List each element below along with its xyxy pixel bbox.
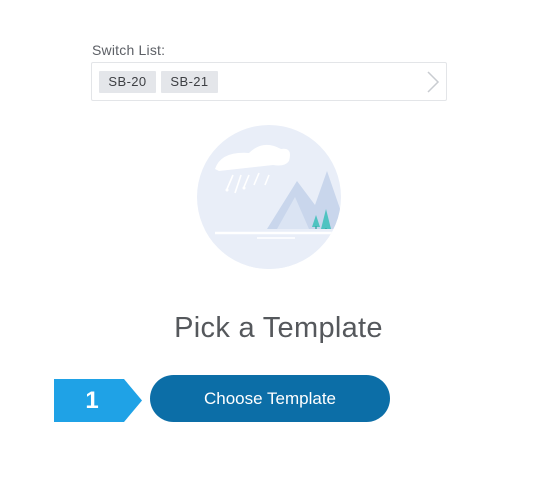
- choose-template-button[interactable]: Choose Template: [150, 375, 390, 422]
- switch-list-label: Switch List:: [92, 42, 166, 58]
- template-picker-page: Switch List: SB-20 SB-21 Pick a Template…: [0, 0, 557, 490]
- switch-chip[interactable]: SB-21: [161, 71, 218, 93]
- page-title: Pick a Template: [174, 312, 383, 344]
- step-number: 1: [85, 387, 99, 414]
- empty-state-illustration: [197, 125, 341, 269]
- chevron-right-icon[interactable]: [426, 70, 440, 94]
- switch-list-selector[interactable]: SB-20 SB-21: [91, 62, 447, 101]
- switch-chip[interactable]: SB-20: [99, 71, 156, 93]
